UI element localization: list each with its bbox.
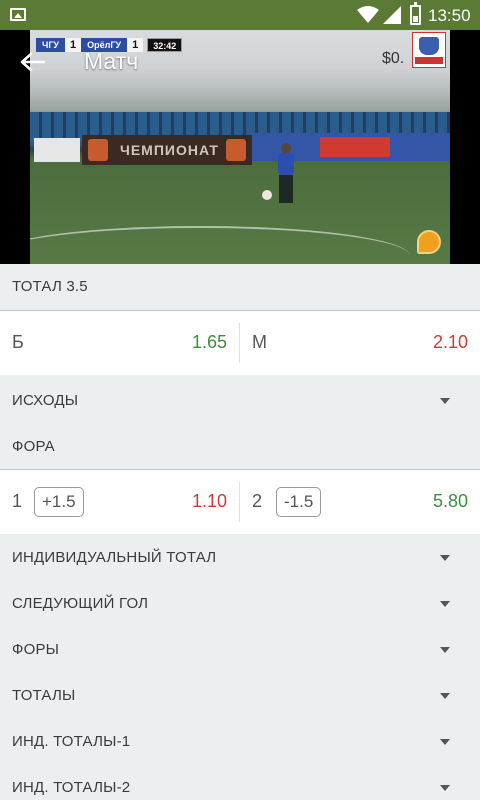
section-title: ФОРА	[12, 438, 55, 455]
market-label: ТОТАЛЫ	[12, 687, 76, 704]
market-next-goal[interactable]: СЛЕДУЮЩИЙ ГОЛ	[0, 581, 480, 627]
odds-value: 1.10	[191, 491, 227, 511]
home-score: 1	[65, 38, 82, 52]
chevron-down-icon	[440, 785, 450, 791]
odds-value: 5.80	[432, 491, 468, 511]
handicap-value: -1.5	[276, 487, 322, 517]
league-logo-icon	[88, 139, 108, 161]
ad-board-championship: ЧЕМПИОНАТ	[82, 135, 252, 165]
section-outcomes[interactable]: ИСХОДЫ	[0, 378, 480, 424]
section-handicap: ФОРА	[0, 424, 480, 470]
handicap-value: +1.5	[34, 487, 84, 517]
bet-label: М	[252, 332, 267, 352]
bet-handicap-1[interactable]: 1 +1.5 1.10	[0, 470, 239, 534]
match-clock: 32:42	[147, 38, 183, 52]
clock: 13:50	[428, 6, 471, 25]
bet-handicap-2[interactable]: 2 -1.5 5.80	[240, 470, 480, 534]
league-logo-icon	[226, 139, 246, 161]
section-title: ТОТАЛ 3.5	[12, 278, 88, 295]
market-individual-total[interactable]: ИНДИВИДУАЛЬНЫЙ ТОТАЛ	[0, 535, 480, 581]
market-label: ИНД. ТОТАЛЫ-1	[12, 733, 131, 750]
page-title: Матч	[84, 48, 139, 74]
chevron-down-icon	[440, 693, 450, 699]
odds-value: 1.65	[191, 332, 227, 352]
market-label: СЛЕДУЮЩИЙ ГОЛ	[12, 595, 149, 612]
chevron-down-icon	[440, 555, 450, 561]
home-team: ЧГУ	[36, 38, 66, 52]
wifi-icon	[357, 6, 379, 23]
video-overlay-text: $0.	[382, 50, 405, 67]
back-arrow-icon[interactable]	[20, 52, 46, 72]
sponsor-logo	[320, 137, 390, 157]
chevron-down-icon	[440, 601, 450, 607]
battery-icon	[410, 2, 421, 25]
chevron-down-icon	[440, 398, 450, 404]
bet-over[interactable]: Б 1.65	[0, 311, 239, 375]
market-totals[interactable]: ТОТАЛЫ	[0, 673, 480, 719]
ball	[262, 190, 272, 200]
section-title: ИСХОДЫ	[12, 392, 79, 409]
market-label: ИНДИВИДУАЛЬНЫЙ ТОТАЛ	[12, 549, 217, 566]
status-bar: 13:50	[0, 0, 480, 30]
market-label: ИНД. ТОТАЛЫ-2	[12, 779, 131, 796]
market-handicaps[interactable]: ФОРЫ	[0, 627, 480, 673]
ad-board-left	[34, 138, 80, 162]
odds-row-total: Б 1.65 М 2.10	[0, 311, 480, 375]
broadcaster-logo-icon	[412, 32, 446, 68]
odds-value: 2.10	[432, 332, 468, 352]
section-total: ТОТАЛ 3.5	[0, 264, 480, 310]
bet-label: 2	[252, 491, 263, 511]
leaf-logo-icon	[417, 230, 441, 254]
player-figure	[273, 143, 299, 205]
banner-text: ЧЕМПИОНАТ	[120, 142, 219, 158]
image-notification-icon	[10, 8, 26, 21]
video-player[interactable]: ЧЕМПИОНАТ ЧГУ 1 ОрёлГУ 1 32:42	[0, 30, 480, 264]
market-ind-totals-2[interactable]: ИНД. ТОТАЛЫ-2	[0, 765, 480, 800]
bet-under[interactable]: М 2.10	[240, 311, 480, 375]
chevron-down-icon	[440, 739, 450, 745]
odds-row-handicap: 1 +1.5 1.10 2 -1.5 5.80	[0, 470, 480, 534]
signal-icon	[383, 6, 401, 24]
bet-label: Б	[12, 332, 24, 352]
chevron-down-icon	[440, 647, 450, 653]
market-label: ФОРЫ	[12, 641, 60, 658]
market-ind-totals-1[interactable]: ИНД. ТОТАЛЫ-1	[0, 719, 480, 765]
bet-label: 1	[12, 491, 23, 511]
